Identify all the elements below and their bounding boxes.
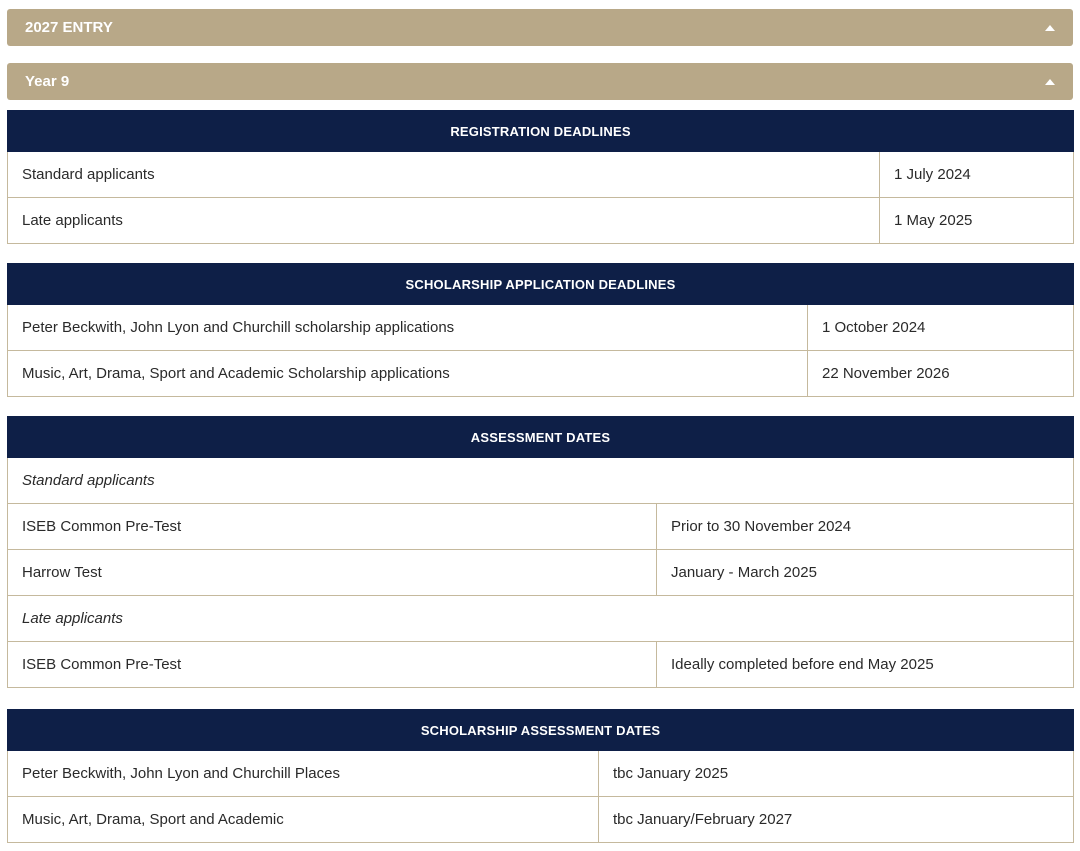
scholarship-assessment-dates-table: SCHOLARSHIP ASSESSMENT DATES Peter Beckw… [6,709,1075,843]
row-label: Peter Beckwith, John Lyon and Churchill … [7,304,808,351]
table-header: SCHOLARSHIP APPLICATION DEADLINES [7,263,1074,305]
row-label: Late applicants [7,197,880,244]
table-row: Peter Beckwith, John Lyon and Churchill … [7,304,1074,351]
row-label: ISEB Common Pre-Test [7,641,657,688]
table-row: Late applicants [6,595,1075,642]
row-label: Standard applicants [7,151,880,198]
table-row: Standard applicants [6,457,1075,504]
row-label: Peter Beckwith, John Lyon and Churchill … [7,750,599,797]
accordion-2027-entry[interactable]: 2027 ENTRY [7,9,1073,46]
row-value: 1 July 2024 [878,151,1075,198]
section-subheading: Standard applicants [6,457,1075,504]
table-row: ISEB Common Pre-Test Prior to 30 Novembe… [7,503,1075,550]
chevron-up-icon [1045,78,1055,85]
registration-deadlines-table: REGISTRATION DEADLINES Standard applican… [6,110,1075,244]
table-header: SCHOLARSHIP ASSESSMENT DATES [6,709,1075,751]
row-value: 22 November 2026 [807,350,1074,397]
row-label: Music, Art, Drama, Sport and Academic Sc… [7,350,808,397]
table-row: ISEB Common Pre-Test Ideally completed b… [7,641,1075,688]
table-header: ASSESSMENT DATES [6,416,1075,458]
table-row: Music, Art, Drama, Sport and Academic tb… [7,796,1075,843]
table-header: REGISTRATION DEADLINES [6,110,1075,152]
scholarship-application-deadlines-table: SCHOLARSHIP APPLICATION DEADLINES Peter … [7,263,1074,397]
row-value: Ideally completed before end May 2025 [655,641,1075,688]
accordion-title: Year 9 [25,73,70,90]
row-value: tbc January/February 2027 [597,796,1075,843]
chevron-up-icon [1045,24,1055,31]
accordion-title: 2027 ENTRY [25,19,113,36]
accordion-year-9[interactable]: Year 9 [7,63,1073,100]
table-row: Music, Art, Drama, Sport and Academic Sc… [7,350,1074,397]
row-label: Music, Art, Drama, Sport and Academic [7,796,599,843]
table-row: Peter Beckwith, John Lyon and Churchill … [7,750,1075,797]
table-row: Late applicants 1 May 2025 [7,197,1075,244]
row-value: January - March 2025 [655,549,1075,596]
row-value: 1 May 2025 [878,197,1075,244]
table-row: Harrow Test January - March 2025 [7,549,1075,596]
row-label: Harrow Test [7,549,657,596]
row-value: 1 October 2024 [807,304,1074,351]
row-value: Prior to 30 November 2024 [655,503,1075,550]
assessment-dates-table: ASSESSMENT DATES Standard applicants ISE… [6,416,1075,688]
row-label: ISEB Common Pre-Test [7,503,657,550]
table-row: Standard applicants 1 July 2024 [7,151,1075,198]
row-value: tbc January 2025 [597,750,1075,797]
section-subheading: Late applicants [6,595,1075,642]
